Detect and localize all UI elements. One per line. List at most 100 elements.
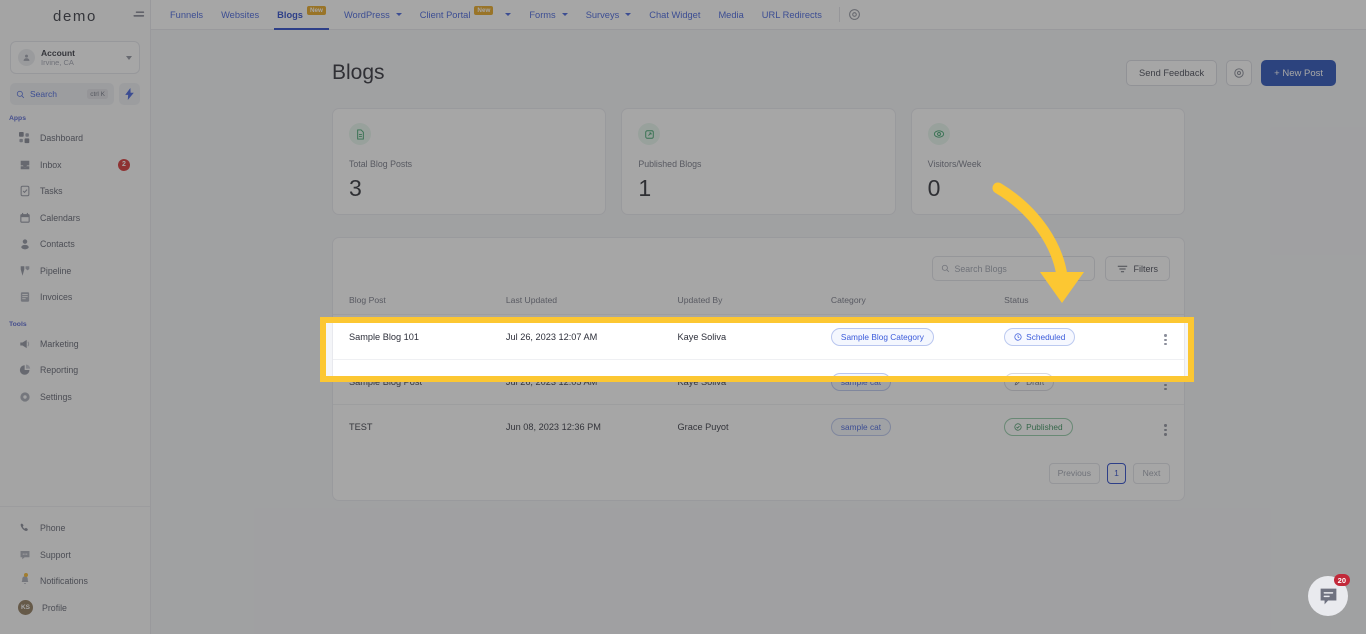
stat-card-total-blog-posts: Total Blog Posts 3 — [332, 108, 607, 215]
table-row[interactable]: Sample Blog 101 Jul 26, 2023 12:07 AM Ka… — [333, 314, 1184, 360]
chat-bubble-icon — [1320, 588, 1336, 604]
table-header-row: Blog Post Last Updated Updated By Catego… — [333, 295, 1184, 315]
sidebar-item-phone[interactable]: Phone — [0, 515, 150, 542]
table-row[interactable]: Sample Blog Post Jul 26, 2023 12:05 AM K… — [333, 359, 1184, 405]
row-menu-button[interactable] — [1164, 379, 1167, 391]
nav-divider — [838, 7, 840, 22]
sidebar-item-reporting[interactable]: Reporting — [0, 357, 150, 384]
stat-label: Visitors/Week — [927, 159, 982, 169]
status-badge: Published — [1004, 418, 1073, 437]
pagination-page-1[interactable]: 1 — [1107, 462, 1126, 484]
search-shortcut: ctrl K — [87, 89, 108, 99]
tasks-icon — [18, 185, 31, 198]
account-name: Account — [41, 48, 75, 58]
document-icon — [349, 123, 371, 145]
cell-blog-post: Sample Blog 101 — [333, 314, 506, 360]
filters-button[interactable]: Filters — [1104, 256, 1170, 281]
sidebar-search-row: Search ctrl K — [10, 83, 140, 105]
send-feedback-button[interactable]: Send Feedback — [1126, 60, 1218, 86]
avatar: KS — [18, 600, 33, 616]
status-badge: Scheduled — [1004, 328, 1076, 346]
contacts-icon — [18, 238, 31, 251]
tab-funnels[interactable]: Funnels — [161, 0, 212, 30]
calendar-icon — [18, 211, 31, 224]
blogs-table: Blog Post Last Updated Updated By Catego… — [333, 295, 1184, 450]
sidebar-section-apps: Apps — [9, 115, 26, 122]
sidebar-item-label: Phone — [40, 523, 66, 534]
tab-chat-widget[interactable]: Chat Widget — [640, 0, 709, 30]
sidebar-item-support[interactable]: Support — [0, 542, 150, 569]
cell-actions — [1147, 404, 1184, 450]
sidebar-item-calendars[interactable]: Calendars — [0, 205, 150, 232]
pagination-previous-button[interactable]: Previous — [1048, 462, 1100, 484]
search-blogs-input[interactable]: Search Blogs — [931, 256, 1095, 281]
topnav-settings-button[interactable] — [848, 8, 861, 21]
chat-support-icon — [18, 548, 31, 561]
new-post-button[interactable]: + New Post — [1261, 60, 1336, 86]
sidebar-item-dashboard[interactable]: Dashboard — [0, 125, 150, 152]
sidebar-item-settings[interactable]: Settings — [0, 384, 150, 411]
cell-last-updated: Jul 26, 2023 12:05 AM — [505, 359, 678, 405]
pencil-icon — [1014, 378, 1022, 386]
phone-icon — [18, 522, 31, 535]
sidebar-item-label: Calendars — [40, 212, 81, 223]
chat-widget-button[interactable]: 20 — [1308, 574, 1350, 616]
row-menu-button[interactable] — [1164, 424, 1167, 436]
sidebar-item-pipeline[interactable]: Pipeline — [0, 258, 150, 285]
column-header-blog-post: Blog Post — [349, 295, 386, 305]
invoices-icon — [18, 291, 31, 304]
tab-media[interactable]: Media — [709, 0, 752, 30]
blogs-table-card: Search Blogs Filters Blog Post Last Upda… — [332, 237, 1185, 501]
sidebar-item-label: Dashboard — [40, 133, 84, 144]
tab-label: Forms — [529, 9, 556, 20]
sidebar-item-label: Inbox — [40, 159, 62, 170]
page-settings-button[interactable] — [1226, 60, 1253, 86]
category-badge: Sample Blog Category — [830, 328, 934, 346]
stat-label: Total Blog Posts — [349, 159, 413, 169]
search-blogs-placeholder: Search Blogs — [954, 263, 1007, 274]
status-label: Published — [1026, 422, 1063, 433]
pagination-next-button[interactable]: Next — [1133, 462, 1170, 484]
tab-surveys[interactable]: Surveys — [577, 0, 641, 30]
pipeline-icon — [18, 264, 31, 277]
chevron-down-icon — [126, 55, 132, 60]
stat-value: 3 — [349, 175, 362, 201]
tab-url-redirects[interactable]: URL Redirects — [753, 0, 831, 30]
table-row[interactable]: TEST Jun 08, 2023 12:36 PM Grace Puyot s… — [333, 404, 1184, 450]
sidebar-item-label: Pipeline — [40, 265, 72, 276]
tab-label: Media — [718, 9, 744, 20]
account-location: Irvine, CA — [41, 58, 74, 67]
tab-wordpress[interactable]: WordPress — [335, 0, 411, 30]
sidebar-item-inbox[interactable]: Inbox 2 — [0, 152, 150, 179]
tab-forms[interactable]: Forms — [520, 0, 576, 30]
tab-blogs[interactable]: Blogs New — [268, 0, 335, 30]
hamburger-icon[interactable] — [133, 8, 146, 20]
pagination: Previous 1 Next — [333, 450, 1184, 500]
gear-icon — [848, 9, 860, 20]
column-header-last-updated: Last Updated — [505, 295, 558, 305]
sidebar-item-notifications[interactable]: Notifications — [0, 568, 150, 595]
cell-actions — [1147, 359, 1184, 405]
sidebar-item-label: Marketing — [40, 338, 79, 349]
row-menu-button[interactable] — [1164, 334, 1167, 346]
quick-actions-button[interactable] — [119, 83, 140, 105]
sidebar: demo Account Irvine, CA Search ctrl K Ap… — [0, 0, 151, 634]
status-label: Draft — [1026, 377, 1045, 387]
sidebar-item-invoices[interactable]: Invoices — [0, 284, 150, 311]
cell-actions — [1147, 314, 1184, 360]
tab-websites[interactable]: Websites — [212, 0, 268, 30]
cell-blog-post: Sample Blog Post — [333, 359, 506, 405]
gear-icon — [1234, 68, 1244, 78]
sidebar-item-tasks[interactable]: Tasks — [0, 178, 150, 205]
account-avatar-icon — [18, 49, 35, 66]
inbox-icon — [18, 158, 31, 171]
account-selector[interactable]: Account Irvine, CA — [10, 41, 140, 74]
chat-unread-badge: 20 — [1333, 574, 1350, 586]
stats-row: Total Blog Posts 3 Published Blogs 1 Vis… — [151, 86, 1366, 215]
search-input[interactable]: Search ctrl K — [10, 83, 114, 105]
sidebar-item-marketing[interactable]: Marketing — [0, 331, 150, 358]
sidebar-item-contacts[interactable]: Contacts — [0, 231, 150, 258]
sidebar-item-profile[interactable]: KS Profile — [0, 595, 150, 622]
tab-client-portal[interactable]: Client Portal New — [411, 0, 521, 30]
search-icon — [16, 90, 25, 98]
